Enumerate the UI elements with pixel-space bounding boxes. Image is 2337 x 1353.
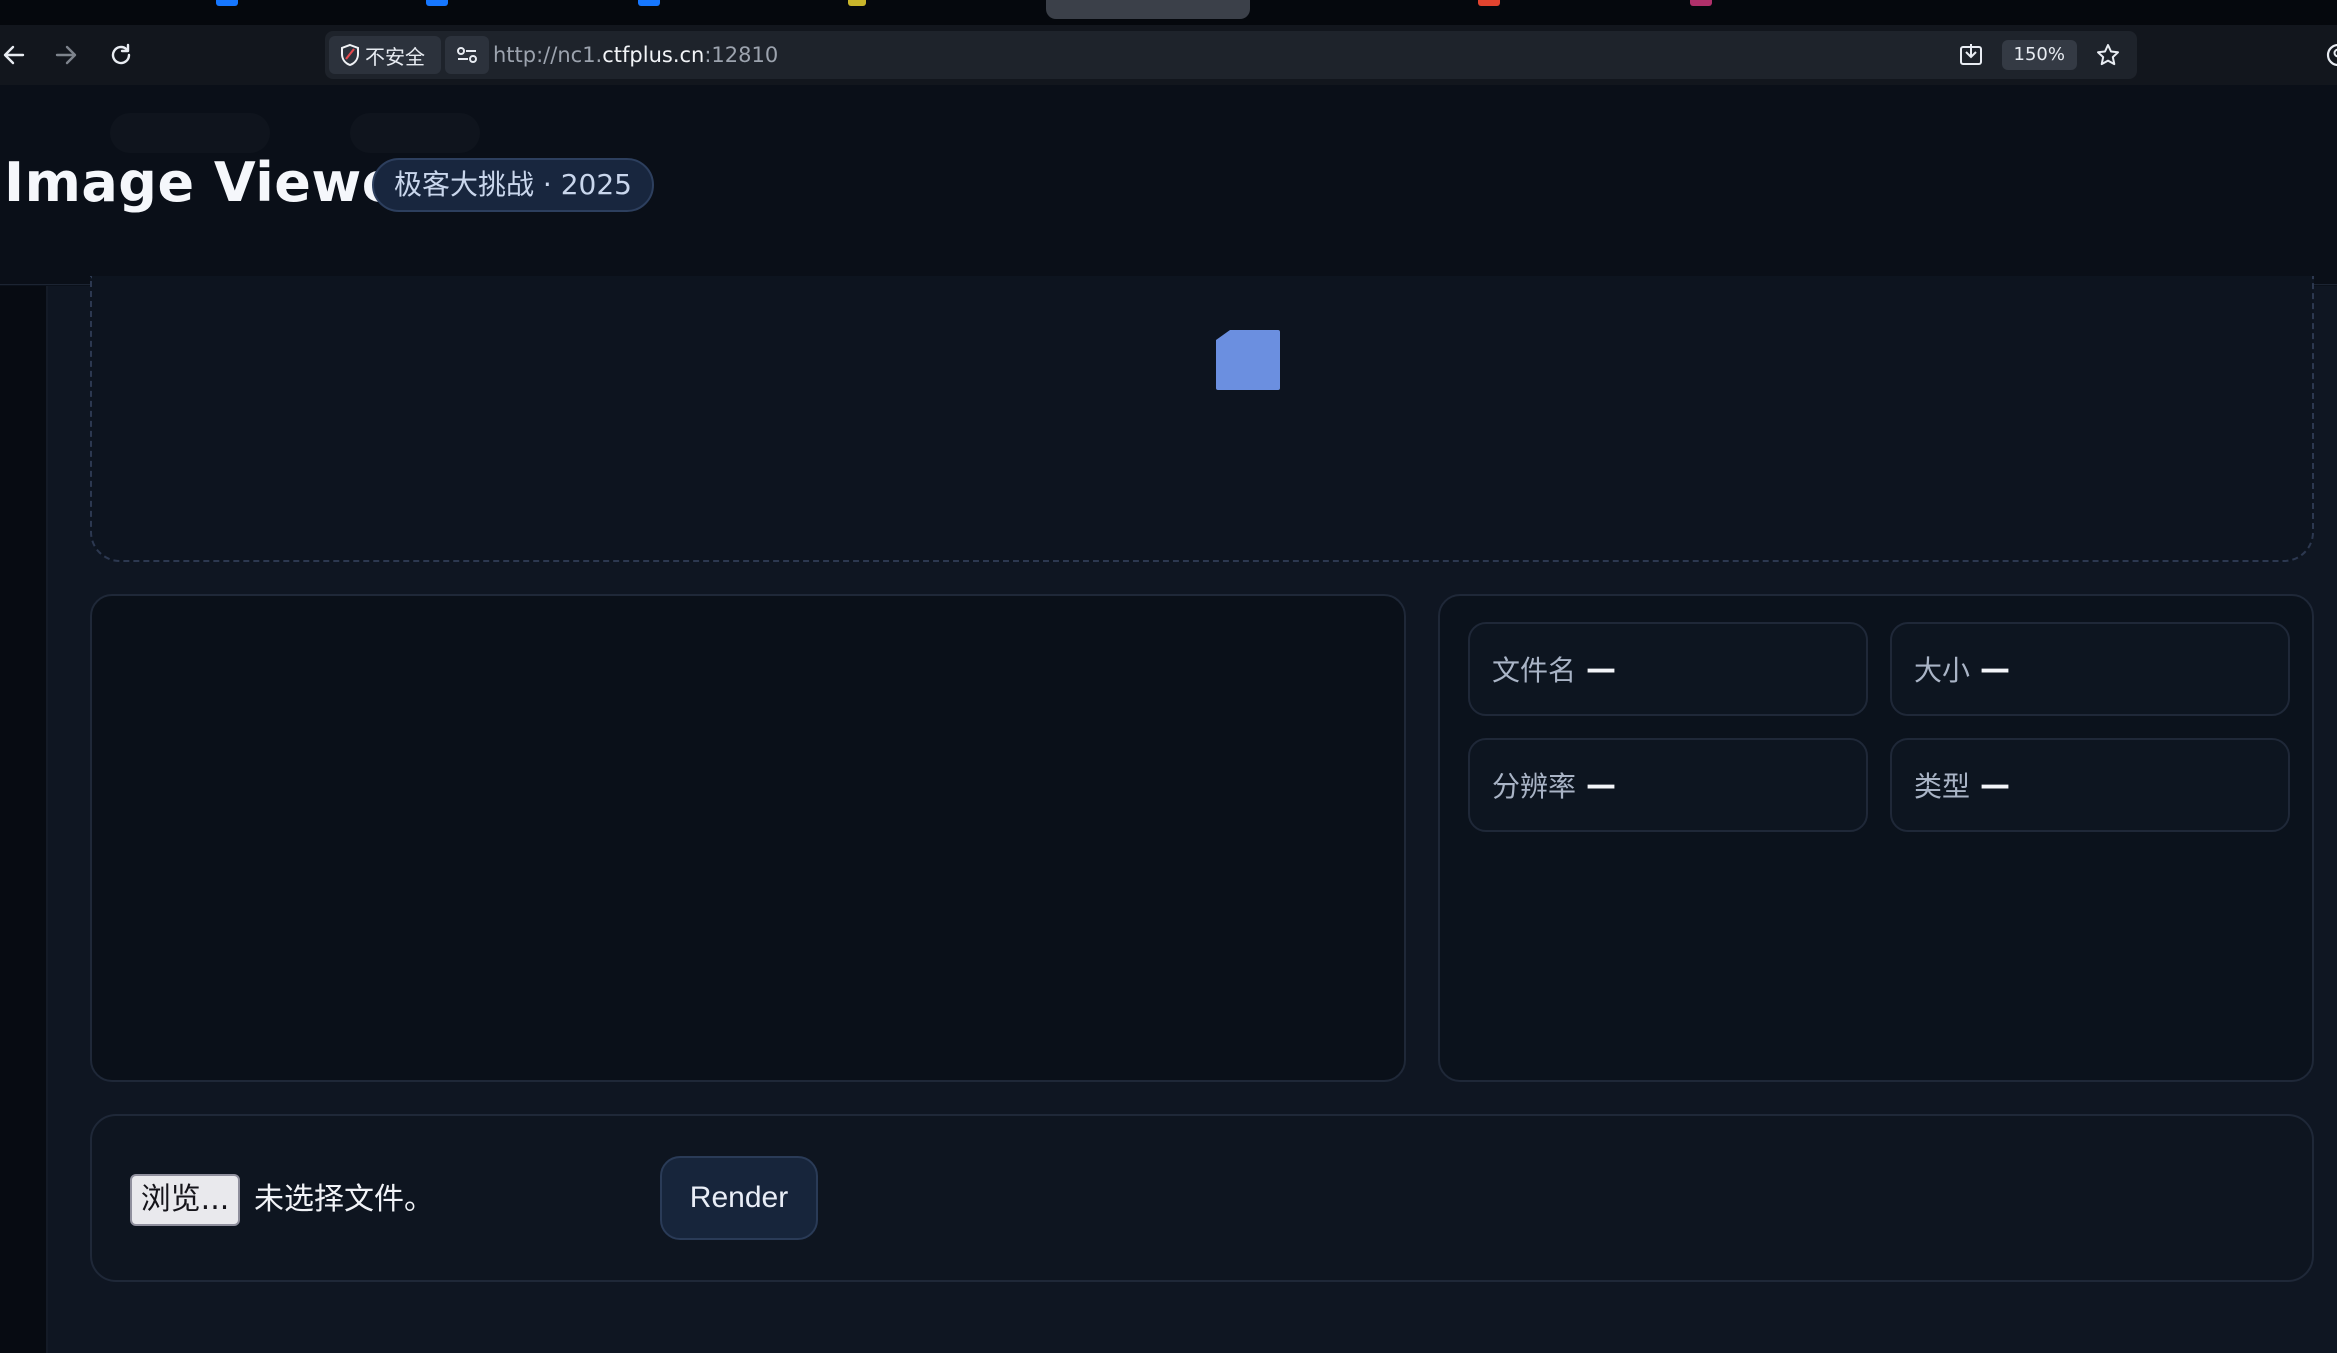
url-scheme: http://nc1.	[493, 43, 603, 67]
reload-button[interactable]	[101, 35, 141, 75]
site-security-indicator[interactable]: 不安全	[329, 36, 441, 74]
meta-resolution-label: 分辨率	[1492, 770, 1577, 803]
meta-size: 大小 —	[1890, 622, 2290, 716]
site-header: Image Viewer 极客大挑战 · 2025	[0, 85, 2337, 285]
url-bar-actions: 150%	[1954, 36, 2125, 74]
url-host: ctfplus.cn	[602, 43, 705, 67]
tab-active[interactable]	[1046, 0, 1250, 19]
main-panel: 文件名 — 大小 — 分辨率 — 类型 — 浏览... 未选择文件。 Rende…	[48, 276, 2337, 1353]
site-permissions-button[interactable]	[445, 36, 489, 74]
tab-favicon[interactable]	[1478, 0, 1500, 6]
meta-size-label: 大小	[1914, 654, 1971, 687]
url-port: :12810	[704, 43, 779, 67]
arrow-left-icon	[3, 45, 25, 65]
back-button[interactable]	[0, 35, 34, 75]
reload-icon	[111, 43, 131, 65]
meta-filename-value: —	[1586, 651, 1616, 687]
tab-favicon[interactable]	[1690, 0, 1712, 6]
save-to-pocket-button[interactable]	[1954, 38, 1988, 72]
account-button[interactable]	[2318, 35, 2337, 75]
url-bar[interactable]: 不安全 http://nc1.ctfplus.cn:12810 150%	[325, 31, 2137, 79]
folder-icon	[1216, 330, 1280, 390]
event-badge: 极客大挑战 · 2025	[372, 158, 654, 212]
side-rail	[0, 286, 48, 1353]
metadata-panel: 文件名 — 大小 — 分辨率 — 类型 —	[1438, 594, 2314, 1082]
header-nav-link[interactable]	[110, 113, 270, 153]
tab-strip	[0, 0, 2337, 25]
meta-type: 类型 —	[1890, 738, 2290, 832]
bookmark-button[interactable]	[2091, 38, 2125, 72]
tab-favicon[interactable]	[216, 0, 238, 6]
tab-favicon[interactable]	[638, 0, 660, 6]
star-icon	[2097, 44, 2119, 66]
image-preview	[90, 594, 1406, 1082]
meta-filename: 文件名 —	[1468, 622, 1868, 716]
no-file-selected-text: 未选择文件。	[254, 1182, 434, 1217]
tab-favicon[interactable]	[848, 0, 866, 6]
meta-type-value: —	[1980, 767, 2010, 803]
account-icon	[2326, 43, 2337, 67]
page: Image Viewer 极客大挑战 · 2025 文件名 — 大小 — 分辨率…	[0, 85, 2337, 1353]
browser-toolbar: 不安全 http://nc1.ctfplus.cn:12810 150%	[0, 25, 2337, 85]
render-button[interactable]: Render	[660, 1156, 818, 1240]
header-nav-link[interactable]	[350, 113, 480, 153]
tab-favicon[interactable]	[426, 0, 448, 6]
zoom-level[interactable]: 150%	[2001, 40, 2077, 70]
meta-type-label: 类型	[1914, 770, 1971, 803]
permissions-icon	[457, 47, 477, 63]
meta-resolution-value: —	[1586, 767, 1616, 803]
arrow-right-icon	[55, 45, 77, 65]
meta-filename-label: 文件名	[1492, 654, 1577, 687]
url-text[interactable]: http://nc1.ctfplus.cn:12810	[493, 31, 778, 79]
download-box-icon	[1959, 44, 1982, 65]
forward-button[interactable]	[46, 35, 86, 75]
security-label: 不安全	[365, 44, 425, 69]
page-title: Image Viewer	[4, 151, 426, 214]
meta-size-value: —	[1980, 651, 2010, 687]
browse-file-button[interactable]: 浏览...	[130, 1174, 240, 1226]
upload-dropzone[interactable]	[90, 276, 2314, 562]
shield-warning-icon	[341, 43, 359, 67]
upload-controls: 浏览... 未选择文件。 Render	[90, 1114, 2314, 1282]
meta-resolution: 分辨率 —	[1468, 738, 1868, 832]
